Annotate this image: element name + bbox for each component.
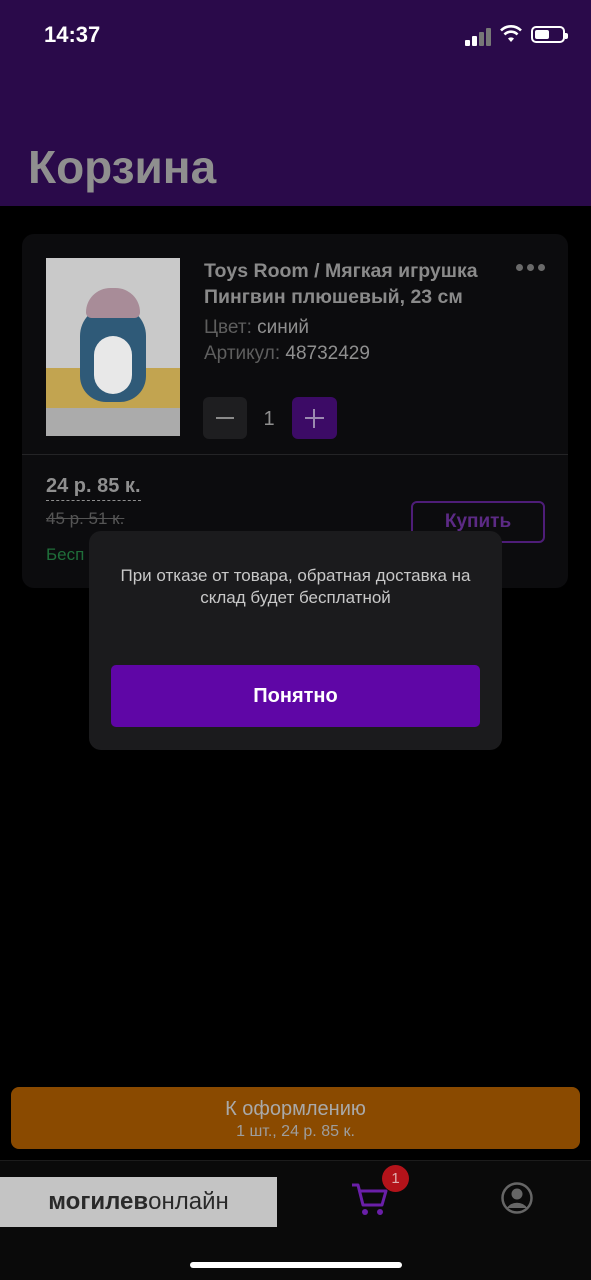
product-color: Цвет: синий	[204, 317, 309, 339]
sku-value: 48732429	[285, 343, 370, 364]
watermark-bold: могилев	[48, 1188, 149, 1215]
status-time: 14:37	[44, 22, 101, 47]
watermark-light: онлайн	[148, 1188, 229, 1215]
quantity-increase-button[interactable]	[292, 397, 337, 439]
color-value: синий	[257, 317, 309, 338]
delivery-note: Бесп	[46, 545, 85, 564]
old-price: 45 р. 51 к.	[46, 509, 125, 528]
battery-icon	[531, 26, 568, 43]
product-sku: Артикул: 48732429	[204, 343, 370, 365]
app-header: 14:37 Корзина	[0, 0, 591, 206]
page-title: Корзина	[28, 141, 217, 193]
more-options-icon[interactable]	[516, 264, 546, 272]
return-info-dialog: При отказе от товара, обратная доставка …	[89, 531, 502, 750]
home-indicator	[190, 1262, 402, 1268]
quantity-value: 1	[263, 408, 275, 430]
quantity-decrease-button[interactable]	[203, 397, 247, 439]
dialog-message: При отказе от товара, обратная доставка …	[120, 566, 471, 607]
card-divider	[22, 454, 568, 455]
current-price[interactable]: 24 р. 85 к.	[46, 475, 141, 501]
profile-icon[interactable]	[500, 1181, 534, 1215]
product-image[interactable]	[46, 258, 180, 436]
checkout-summary: 1 шт., 24 р. 85 к.	[236, 1123, 355, 1140]
status-icons	[465, 24, 568, 46]
product-title[interactable]: Toys Room / Мягкая игрушка Пингвин плюше…	[204, 258, 504, 310]
cart-badge: 1	[382, 1165, 409, 1192]
cellular-signal-icon	[465, 26, 493, 46]
color-label: Цвет:	[204, 317, 252, 338]
wifi-icon	[500, 25, 522, 42]
dialog-ok-button[interactable]: Понятно	[111, 665, 480, 727]
checkout-button[interactable]: К оформлению 1 шт., 24 р. 85 к.	[11, 1087, 580, 1149]
watermark-text: могилевонлайн	[0, 1188, 277, 1216]
sku-label: Артикул:	[204, 343, 281, 364]
watermark: могилевонлайн	[0, 1177, 277, 1227]
checkout-label: К оформлению	[225, 1098, 366, 1120]
